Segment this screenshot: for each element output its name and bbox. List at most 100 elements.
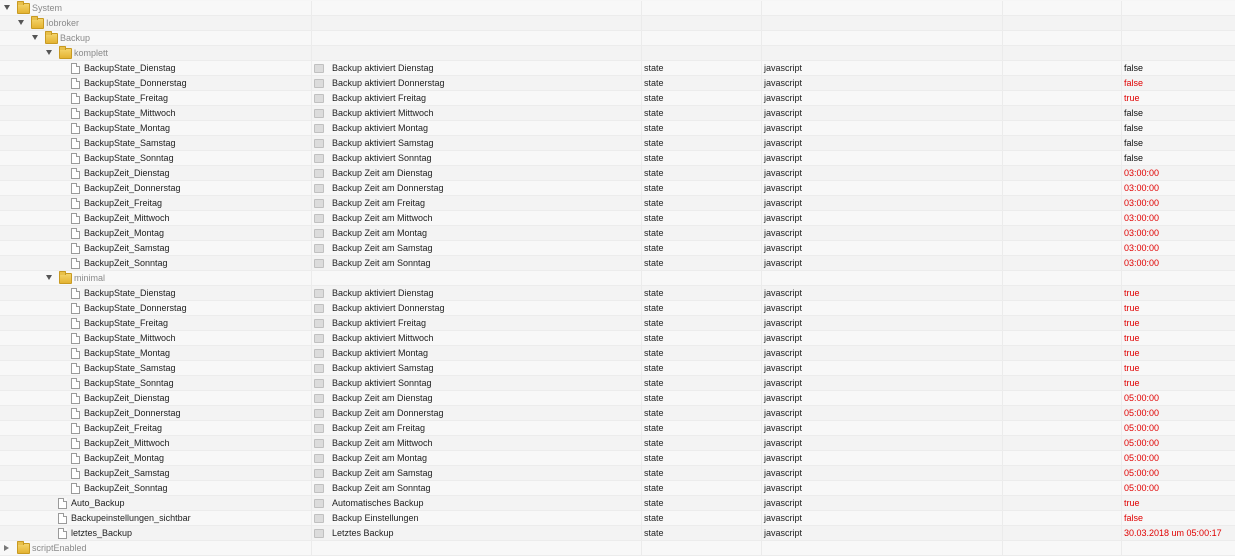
edit-icon[interactable]: [314, 499, 324, 508]
edit-icon[interactable]: [314, 94, 324, 103]
edit-icon[interactable]: [314, 169, 324, 178]
state-row[interactable]: BackupZeit_Donnerstag Backup Zeit am Donn…: [0, 181, 1235, 196]
folder-backup[interactable]: Backup: [0, 31, 1235, 46]
state-row[interactable]: BackupState_Donnerstag Backup aktiviert D…: [0, 301, 1235, 316]
edit-icon[interactable]: [314, 289, 324, 298]
state-row[interactable]: BackupZeit_Freitag Backup Zeit am Freitag…: [0, 421, 1235, 436]
edit-icon[interactable]: [314, 364, 324, 373]
edit-icon[interactable]: [314, 334, 324, 343]
edit-icon[interactable]: [314, 229, 324, 238]
state-value[interactable]: 05:00:00: [1121, 391, 1235, 405]
state-value[interactable]: 03:00:00: [1121, 181, 1235, 195]
state-value[interactable]: false: [1121, 136, 1235, 150]
state-value[interactable]: 05:00:00: [1121, 481, 1235, 495]
folder-komplett[interactable]: komplett: [0, 46, 1235, 61]
state-row[interactable]: letztes_Backup Letztes Backup state javascr…: [0, 526, 1235, 541]
state-row[interactable]: Auto_Backup Automatisches Backup state java…: [0, 496, 1235, 511]
state-row[interactable]: BackupZeit_Sonntag Backup Zeit am Sonntag…: [0, 481, 1235, 496]
state-row[interactable]: BackupZeit_Montag Backup Zeit am Montag st…: [0, 451, 1235, 466]
edit-icon[interactable]: [314, 319, 324, 328]
edit-icon[interactable]: [314, 349, 324, 358]
edit-icon[interactable]: [314, 184, 324, 193]
state-row[interactable]: BackupState_Samstag Backup aktiviert Sams…: [0, 361, 1235, 376]
state-row[interactable]: BackupState_Freitag Backup aktiviert Frei…: [0, 91, 1235, 106]
edit-icon[interactable]: [314, 529, 324, 538]
state-value[interactable]: true: [1121, 331, 1235, 345]
edit-icon[interactable]: [314, 64, 324, 73]
state-row[interactable]: BackupZeit_Mittwoch Backup Zeit am Mittwo…: [0, 211, 1235, 226]
edit-icon[interactable]: [314, 139, 324, 148]
state-value[interactable]: 05:00:00: [1121, 451, 1235, 465]
state-row[interactable]: BackupState_Montag Backup aktiviert Monta…: [0, 346, 1235, 361]
state-value[interactable]: true: [1121, 346, 1235, 360]
state-row[interactable]: BackupZeit_Sonntag Backup Zeit am Sonntag…: [0, 256, 1235, 271]
state-row[interactable]: BackupState_Donnerstag Backup aktiviert D…: [0, 76, 1235, 91]
state-value[interactable]: true: [1121, 316, 1235, 330]
edit-icon[interactable]: [314, 409, 324, 418]
state-value[interactable]: 03:00:00: [1121, 211, 1235, 225]
edit-icon[interactable]: [314, 124, 324, 133]
edit-icon[interactable]: [314, 454, 324, 463]
state-value[interactable]: true: [1121, 301, 1235, 315]
edit-icon[interactable]: [314, 424, 324, 433]
state-row[interactable]: BackupState_Freitag Backup aktiviert Frei…: [0, 316, 1235, 331]
state-row[interactable]: BackupZeit_Freitag Backup Zeit am Freitag…: [0, 196, 1235, 211]
edit-icon[interactable]: [314, 484, 324, 493]
state-row[interactable]: BackupZeit_Donnerstag Backup Zeit am Donn…: [0, 406, 1235, 421]
state-value[interactable]: true: [1121, 361, 1235, 375]
state-row[interactable]: BackupState_Dienstag Backup aktiviert Die…: [0, 286, 1235, 301]
folder-script-enabled[interactable]: scriptEnabled: [0, 541, 1235, 556]
state-value[interactable]: 05:00:00: [1121, 406, 1235, 420]
state-value[interactable]: true: [1121, 496, 1235, 510]
state-value[interactable]: false: [1121, 61, 1235, 75]
folder-minimal[interactable]: minimal: [0, 271, 1235, 286]
state-value[interactable]: false: [1121, 106, 1235, 120]
collapse-arrow-icon[interactable]: [18, 20, 24, 25]
edit-icon[interactable]: [314, 79, 324, 88]
state-value[interactable]: 03:00:00: [1121, 196, 1235, 210]
state-value[interactable]: 03:00:00: [1121, 256, 1235, 270]
state-value[interactable]: 03:00:00: [1121, 226, 1235, 240]
edit-icon[interactable]: [314, 214, 324, 223]
state-value[interactable]: 05:00:00: [1121, 436, 1235, 450]
edit-icon[interactable]: [314, 199, 324, 208]
state-value[interactable]: 05:00:00: [1121, 466, 1235, 480]
state-value[interactable]: 03:00:00: [1121, 166, 1235, 180]
state-value[interactable]: false: [1121, 151, 1235, 165]
state-row[interactable]: BackupZeit_Montag Backup Zeit am Montag st…: [0, 226, 1235, 241]
folder-system[interactable]: System: [0, 1, 1235, 16]
state-row[interactable]: BackupState_Mittwoch Backup aktiviert Mit…: [0, 106, 1235, 121]
state-row[interactable]: BackupState_Montag Backup aktiviert Monta…: [0, 121, 1235, 136]
edit-icon[interactable]: [314, 259, 324, 268]
state-row[interactable]: BackupState_Mittwoch Backup aktiviert Mit…: [0, 331, 1235, 346]
edit-icon[interactable]: [314, 514, 324, 523]
collapse-arrow-icon[interactable]: [46, 275, 52, 280]
state-row[interactable]: BackupZeit_Dienstag Backup Zeit am Dienst…: [0, 166, 1235, 181]
collapse-arrow-icon[interactable]: [32, 35, 38, 40]
collapse-arrow-icon[interactable]: [4, 5, 10, 10]
state-value[interactable]: 30.03.2018 um 05:00:17: [1121, 526, 1235, 540]
state-value[interactable]: true: [1121, 376, 1235, 390]
state-value[interactable]: 03:00:00: [1121, 241, 1235, 255]
state-row[interactable]: BackupState_Dienstag Backup aktiviert Die…: [0, 61, 1235, 76]
state-row[interactable]: BackupZeit_Dienstag Backup Zeit am Dienst…: [0, 391, 1235, 406]
state-row[interactable]: BackupState_Sonntag Backup aktiviert Sonn…: [0, 151, 1235, 166]
edit-icon[interactable]: [314, 304, 324, 313]
edit-icon[interactable]: [314, 379, 324, 388]
state-row[interactable]: BackupZeit_Samstag Backup Zeit am Samstag…: [0, 241, 1235, 256]
edit-icon[interactable]: [314, 109, 324, 118]
state-row[interactable]: BackupZeit_Mittwoch Backup Zeit am Mittwo…: [0, 436, 1235, 451]
edit-icon[interactable]: [314, 439, 324, 448]
folder-iobroker[interactable]: Iobroker: [0, 16, 1235, 31]
edit-icon[interactable]: [314, 244, 324, 253]
state-value[interactable]: false: [1121, 511, 1235, 525]
state-value[interactable]: false: [1121, 121, 1235, 135]
state-row[interactable]: Backupeinstellungen_sichtbar Backup Einst…: [0, 511, 1235, 526]
expand-arrow-icon[interactable]: [4, 545, 9, 551]
state-row[interactable]: BackupState_Sonntag Backup aktiviert Sonn…: [0, 376, 1235, 391]
state-value[interactable]: false: [1121, 76, 1235, 90]
edit-icon[interactable]: [314, 394, 324, 403]
edit-icon[interactable]: [314, 154, 324, 163]
state-value[interactable]: 05:00:00: [1121, 421, 1235, 435]
state-row[interactable]: BackupState_Samstag Backup aktiviert Sams…: [0, 136, 1235, 151]
